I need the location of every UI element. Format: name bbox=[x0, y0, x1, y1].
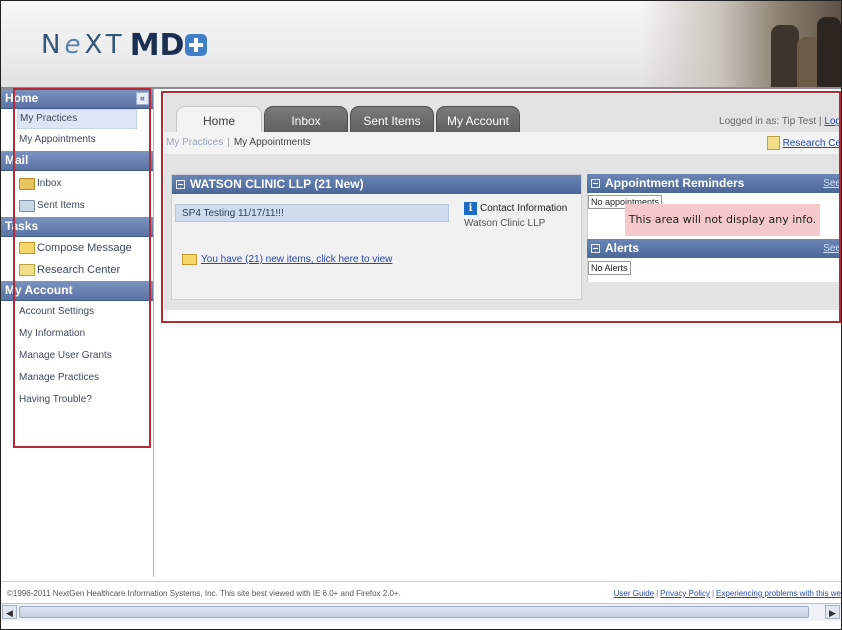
tab-inbox[interactable]: Inbox bbox=[264, 106, 348, 132]
main-panel: Home Inbox Sent Items My Account Logged … bbox=[164, 94, 841, 310]
footer-links: User Guide | Privacy Policy | Experiencing p… bbox=[613, 589, 841, 598]
footer: ©1996-2011 NextGen Healthcare Informatio… bbox=[1, 581, 841, 602]
sidebar-item-account-settings[interactable]: Account Settings bbox=[1, 301, 153, 323]
tab-sent-items[interactable]: Sent Items bbox=[350, 106, 434, 132]
browser-window: NeXT MD Home « My Practices My Appointme… bbox=[0, 0, 842, 630]
sidebar-section-home: Home « bbox=[1, 89, 153, 109]
appointments-see-all-link[interactable]: See bbox=[823, 174, 841, 193]
no-alerts-text: No Alerts bbox=[588, 261, 631, 275]
sent-items-icon bbox=[19, 200, 35, 212]
collapse-icon[interactable] bbox=[591, 179, 600, 188]
sidebar-item-inbox[interactable]: Inbox bbox=[1, 173, 153, 195]
family-photo bbox=[641, 1, 841, 87]
sidebar-item-my-practices[interactable]: My Practices bbox=[17, 109, 137, 129]
tab-my-account[interactable]: My Account bbox=[436, 106, 520, 132]
sidebar-item-research-center[interactable]: Research Center bbox=[1, 259, 153, 281]
collapse-icon[interactable] bbox=[591, 244, 600, 253]
sidebar-section-mail: Mail bbox=[1, 151, 153, 171]
scroll-left-icon[interactable]: ◀ bbox=[2, 605, 17, 619]
sidebar-section-my-account: My Account bbox=[1, 281, 153, 301]
message-row[interactable]: SP4 Testing 11/17/11!!! bbox=[175, 204, 449, 222]
sidebar-item-manage-user-grants[interactable]: Manage User Grants bbox=[1, 345, 153, 367]
breadcrumb-my-practices[interactable]: My Practices bbox=[166, 137, 223, 148]
contact-information[interactable]: i Contact Information Watson Clinic LLP bbox=[464, 202, 567, 229]
appointment-reminders-body: No appointments This area will not displ… bbox=[587, 193, 841, 239]
annotation-callout: This area will not display any info. bbox=[625, 204, 820, 236]
info-icon: i bbox=[464, 202, 477, 215]
tab-home[interactable]: Home bbox=[176, 106, 262, 132]
research-center-link[interactable]: Research Ce bbox=[766, 136, 841, 150]
sidebar-item-having-trouble[interactable]: Having Trouble? bbox=[1, 389, 153, 411]
user-guide-link[interactable]: User Guide bbox=[614, 589, 654, 598]
appointment-reminders-header[interactable]: Appointment Reminders See bbox=[587, 174, 841, 193]
breadcrumb: My Practices | My Appointments bbox=[166, 137, 311, 148]
collapse-icon[interactable] bbox=[176, 180, 185, 189]
problems-link[interactable]: Experiencing problems with this we bbox=[716, 589, 841, 598]
practice-header[interactable]: WATSON CLINIC LLP (21 New) bbox=[172, 175, 581, 194]
copyright-text: ©1996-2011 NextGen Healthcare Informatio… bbox=[7, 589, 401, 598]
scroll-right-icon[interactable]: ▶ bbox=[825, 605, 840, 619]
tab-bar: Home Inbox Sent Items My Account bbox=[176, 106, 522, 132]
alerts-header[interactable]: Alerts See bbox=[587, 239, 841, 258]
right-column: Appointment Reminders See No appointment… bbox=[587, 174, 841, 282]
research-icon bbox=[19, 264, 35, 276]
horizontal-scrollbar[interactable]: ◀ ▶ bbox=[1, 603, 841, 621]
inbox-folder-icon bbox=[19, 178, 35, 190]
sidebar-section-tasks: Tasks bbox=[1, 217, 153, 237]
envelope-icon bbox=[19, 242, 35, 254]
collapse-icon[interactable]: « bbox=[136, 92, 149, 105]
sidebar: Home « My Practices My Appointments Mail… bbox=[1, 89, 154, 577]
logout-link[interactable]: Log bbox=[824, 116, 841, 127]
scrollbar-thumb[interactable] bbox=[19, 606, 809, 618]
sidebar-item-my-appointments[interactable]: My Appointments bbox=[1, 129, 153, 151]
research-icon bbox=[766, 136, 780, 150]
subnav-bar: My Practices | My Appointments Research Ce bbox=[164, 132, 841, 154]
sidebar-item-my-information[interactable]: My Information bbox=[1, 323, 153, 345]
alerts-see-all-link[interactable]: See bbox=[823, 239, 841, 258]
envelope-icon bbox=[182, 254, 197, 265]
new-items-link[interactable]: You have (21) new items, click here to v… bbox=[182, 254, 392, 265]
nextmd-logo: NeXT MD bbox=[41, 23, 208, 67]
page-header: NeXT MD bbox=[1, 1, 841, 89]
breadcrumb-my-appointments[interactable]: My Appointments bbox=[234, 137, 311, 148]
sidebar-item-compose-message[interactable]: Compose Message bbox=[1, 237, 153, 259]
alerts-body: No Alerts bbox=[587, 258, 841, 282]
medical-cross-icon bbox=[185, 34, 208, 56]
practice-box: WATSON CLINIC LLP (21 New) SP4 Testing 1… bbox=[171, 174, 582, 300]
privacy-policy-link[interactable]: Privacy Policy bbox=[660, 589, 710, 598]
logged-in-status: Logged in as: Tip Test | Log bbox=[719, 116, 841, 127]
sidebar-item-sent-items[interactable]: Sent Items bbox=[1, 195, 153, 217]
sidebar-item-manage-practices[interactable]: Manage Practices bbox=[1, 367, 153, 389]
